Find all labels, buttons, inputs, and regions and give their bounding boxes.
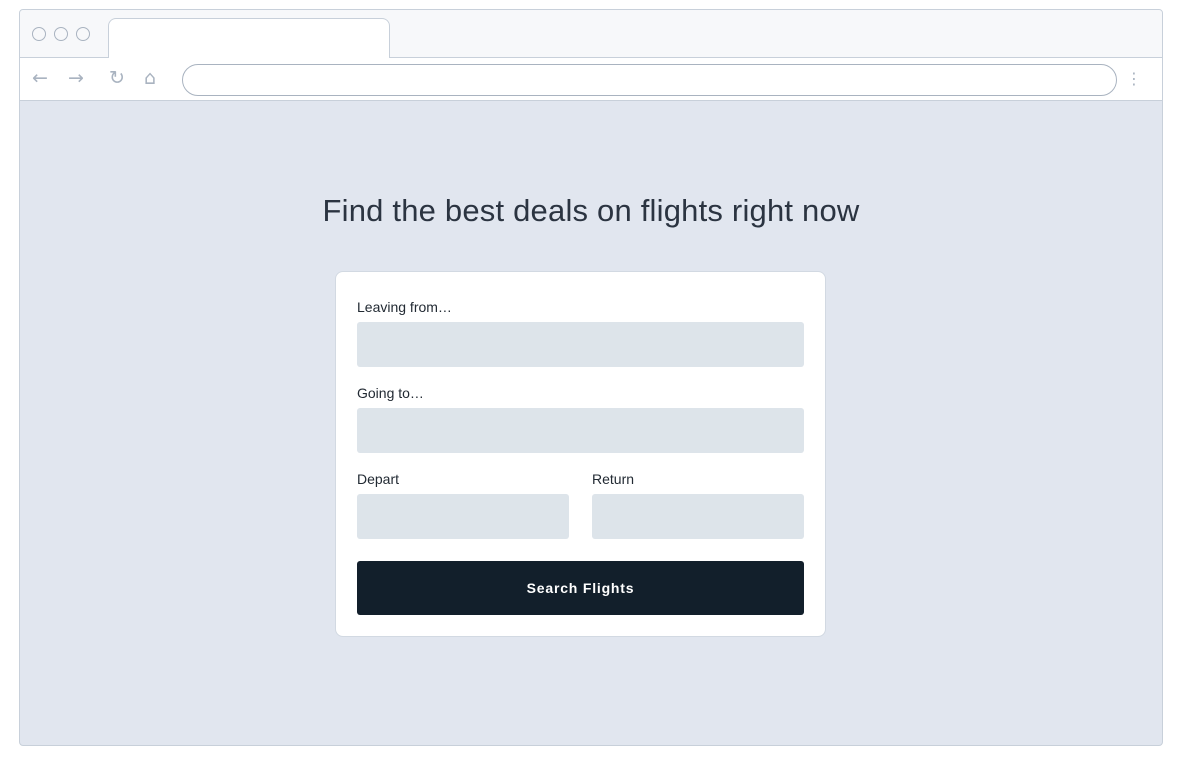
window-control-close[interactable] [32, 27, 46, 41]
return-date-input[interactable] [592, 494, 804, 539]
depart-label: Depart [357, 471, 400, 487]
kebab-menu-icon[interactable]: ⋮ [1126, 68, 1142, 90]
browser-window: ← → ↻ ⌂ ⋮ Find the best deals on flights… [19, 9, 1163, 746]
browser-toolbar: ← → ↻ ⌂ ⋮ [20, 58, 1162, 101]
page-content: Find the best deals on flights right now… [20, 102, 1162, 745]
page-headline: Find the best deals on flights right now [322, 193, 860, 228]
tab-bar [20, 10, 1162, 59]
going-to-label: Going to… [357, 385, 424, 401]
window-control-minimize[interactable] [54, 27, 68, 41]
home-icon[interactable]: ⌂ [144, 66, 156, 90]
going-to-input[interactable] [357, 408, 804, 453]
depart-date-input[interactable] [357, 494, 569, 539]
leaving-from-input[interactable] [357, 322, 804, 367]
arrow-right-icon[interactable]: → [68, 66, 84, 90]
arrow-left-icon[interactable]: ← [32, 66, 48, 90]
return-label: Return [592, 471, 635, 487]
search-flights-button[interactable]: Search Flights [357, 561, 804, 615]
flight-search-form: Leaving from… Going to… Depart Return Se… [335, 271, 826, 637]
window-control-maximize[interactable] [76, 27, 90, 41]
address-bar[interactable] [182, 64, 1117, 96]
browser-tab[interactable] [108, 18, 390, 59]
leaving-from-label: Leaving from… [357, 299, 452, 315]
reload-icon[interactable]: ↻ [109, 66, 125, 90]
